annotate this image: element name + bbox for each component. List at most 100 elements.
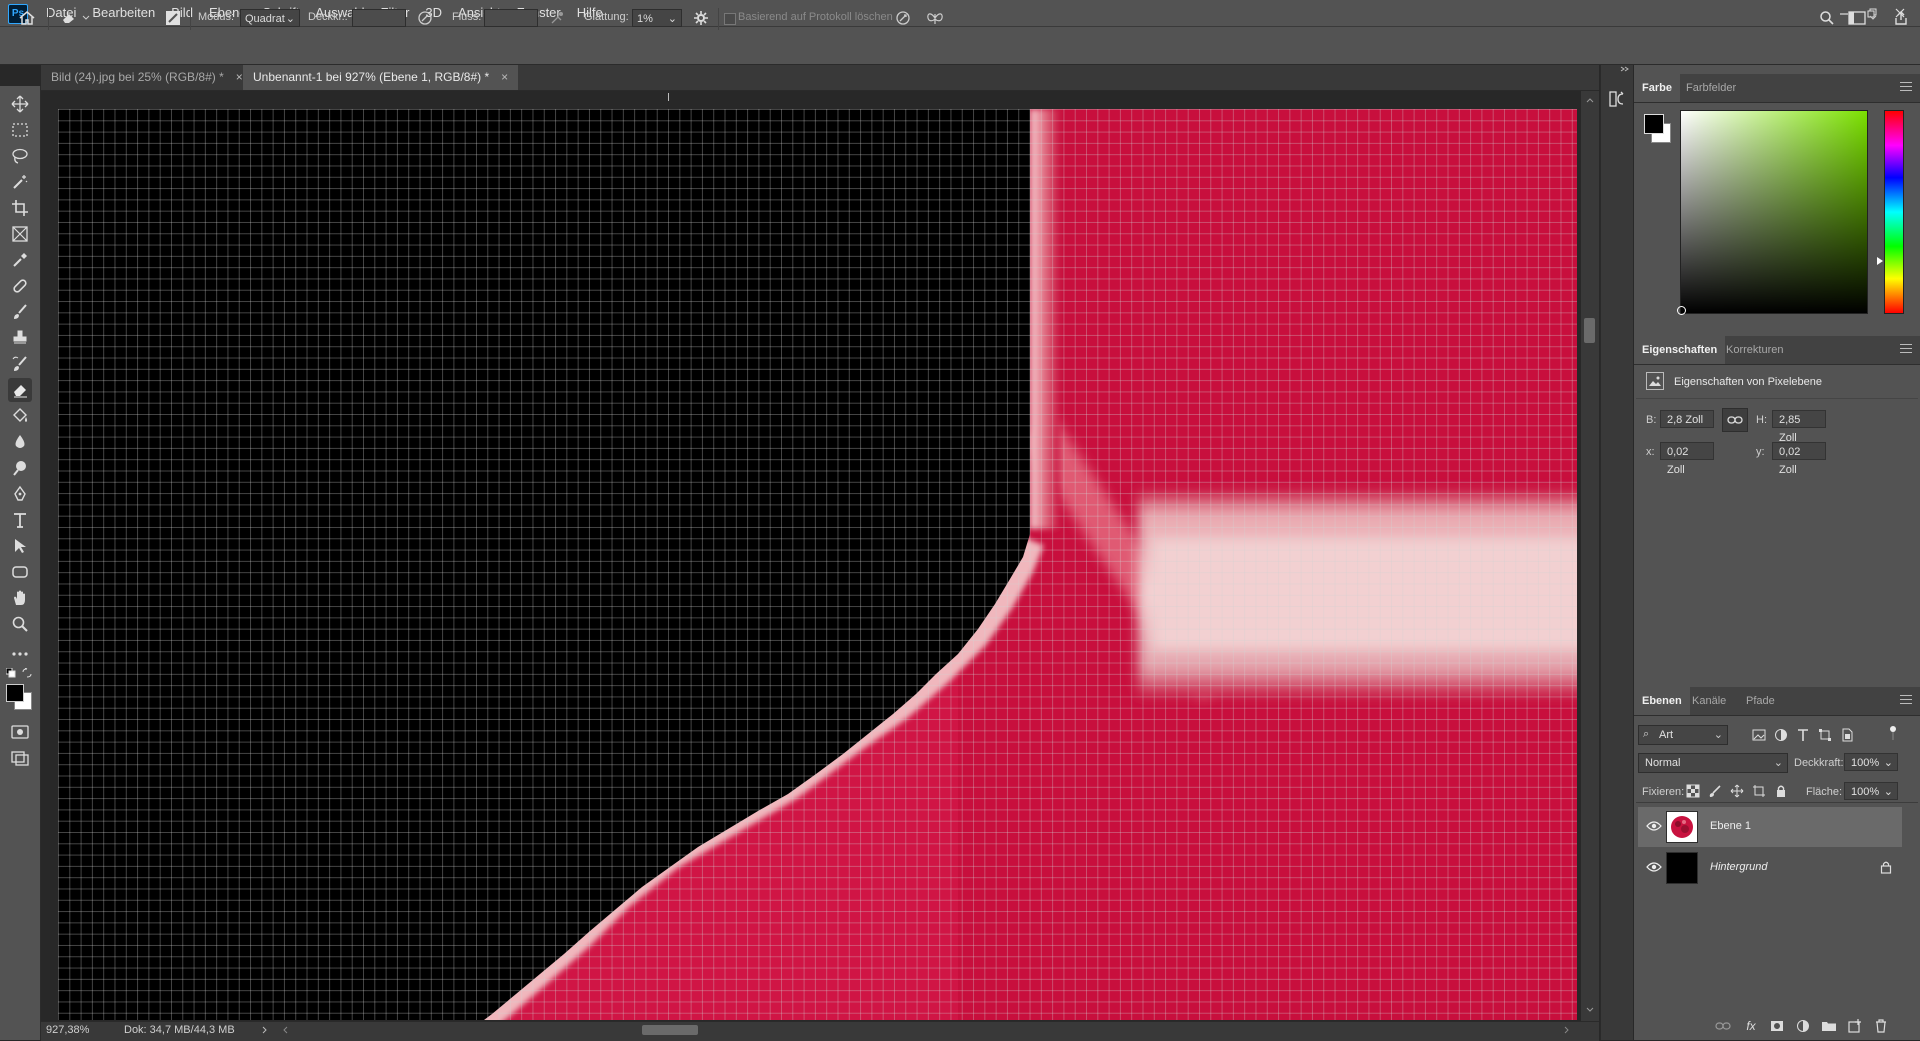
scroll-right-arrow-icon[interactable] (1564, 1026, 1570, 1034)
hue-slider-handle[interactable] (1877, 257, 1883, 265)
new-group-folder-icon[interactable] (1820, 1017, 1838, 1035)
filter-pixel-icon[interactable] (1752, 728, 1766, 742)
zoom-tool-icon[interactable] (8, 612, 32, 636)
collapse-panels-icon[interactable] (1620, 66, 1630, 72)
chevron-down-icon[interactable] (80, 7, 92, 29)
screen-mode-icon[interactable] (8, 746, 32, 770)
lock-all-icon[interactable] (1774, 784, 1788, 798)
erase-to-history-checkbox[interactable] (724, 13, 736, 25)
share-icon[interactable] (1890, 7, 1912, 29)
tab-korrekturen[interactable]: Korrekturen (1718, 336, 1791, 364)
tab-farbfelder[interactable]: Farbfelder (1678, 74, 1744, 102)
marquee-tool-icon[interactable] (8, 118, 32, 142)
y-field[interactable]: 0,02 Zoll (1772, 442, 1826, 476)
adjustment-layer-icon[interactable] (1794, 1017, 1812, 1035)
tab-bild-24[interactable]: Bild (24).jpg bei 25% (RGB/8#) * × (41, 65, 253, 90)
lasso-tool-icon[interactable] (8, 144, 32, 168)
more-tools-icon[interactable] (8, 642, 32, 666)
delete-layer-trash-icon[interactable] (1872, 1017, 1890, 1035)
eye-icon[interactable] (1646, 861, 1662, 873)
pen-tool-icon[interactable] (8, 482, 32, 506)
link-layers-icon[interactable] (1714, 1017, 1732, 1035)
search-icon[interactable] (1816, 7, 1838, 29)
eye-icon[interactable] (1646, 820, 1662, 832)
menu-bearbeiten[interactable]: Bearbeiten (84, 0, 163, 26)
home-icon[interactable] (16, 7, 38, 29)
history-brush-tool-icon[interactable] (8, 352, 32, 376)
color-foreground-swatch[interactable] (1644, 114, 1664, 134)
paint-bucket-tool-icon[interactable] (8, 404, 32, 428)
filter-toggle-icon[interactable] (1890, 726, 1896, 740)
quick-mask-icon[interactable] (8, 720, 32, 744)
close-icon[interactable]: × (236, 70, 243, 84)
panel-menu-icon[interactable] (1900, 82, 1912, 94)
layer-row-hintergrund[interactable]: Hintergrund (1638, 848, 1902, 888)
airbrush-icon[interactable] (546, 7, 568, 29)
hand-tool-icon[interactable] (8, 586, 32, 610)
x-field[interactable]: 0,02 Zoll (1660, 442, 1714, 476)
lock-transparency-icon[interactable] (1686, 784, 1700, 798)
filter-type-icon[interactable] (1796, 728, 1810, 742)
foreground-color-swatch[interactable] (6, 684, 24, 702)
panel-menu-icon[interactable] (1900, 695, 1912, 707)
chevron-down-icon[interactable] (1866, 7, 1880, 29)
scroll-left-arrow-icon[interactable] (282, 1026, 288, 1034)
close-icon[interactable]: × (501, 70, 508, 84)
crop-tool-icon[interactable] (8, 196, 32, 220)
new-layer-icon[interactable] (1846, 1017, 1864, 1035)
vertical-scroll-thumb[interactable] (1584, 318, 1595, 343)
stamp-tool-icon[interactable] (8, 326, 32, 350)
move-tool-icon[interactable] (8, 92, 32, 116)
tab-kanaele[interactable]: Kanäle (1684, 687, 1734, 715)
tab-eigenschaften[interactable]: Eigenschaften (1634, 336, 1726, 364)
filter-adjustment-icon[interactable] (1774, 728, 1788, 742)
eraser-tool-icon[interactable] (8, 378, 32, 402)
scroll-up-arrow-icon[interactable] (1586, 97, 1594, 103)
tab-pfade[interactable]: Pfade (1738, 687, 1783, 715)
blur-tool-icon[interactable] (8, 430, 32, 454)
lock-position-icon[interactable] (1730, 784, 1744, 798)
layer-style-fx-icon[interactable]: fx (1742, 1017, 1760, 1035)
width-field[interactable]: 2,8 Zoll (1660, 410, 1714, 428)
shape-tool-icon[interactable] (8, 560, 32, 584)
tab-unbenannt-1[interactable]: Unbenannt-1 bei 927% (Ebene 1, RGB/8#) *… (243, 65, 519, 90)
mode-select[interactable]: Quadrat ⌄ (240, 9, 300, 27)
layer-row-ebene-1[interactable]: Ebene 1 (1638, 807, 1902, 847)
lock-icon[interactable] (1880, 860, 1892, 874)
path-selection-tool-icon[interactable] (8, 534, 32, 558)
type-tool-icon[interactable] (8, 508, 32, 532)
height-field[interactable]: 2,85 Zoll (1772, 410, 1826, 444)
horizontal-scroll-thumb[interactable] (642, 1025, 698, 1035)
fill-field[interactable]: 100% ⌄ (1844, 782, 1898, 800)
history-panel-icon[interactable] (1608, 90, 1626, 108)
tab-farbe[interactable]: Farbe (1634, 74, 1680, 102)
smoothing-field[interactable]: 1% ⌄ (632, 9, 682, 27)
pressure-size-icon[interactable] (892, 7, 914, 29)
scroll-down-arrow-icon[interactable] (1586, 1007, 1594, 1013)
link-icon[interactable] (1722, 408, 1748, 432)
brush-panel-icon[interactable] (162, 7, 184, 29)
filter-smartobject-icon[interactable] (1840, 728, 1854, 742)
dodge-tool-icon[interactable] (8, 456, 32, 480)
frame-tool-icon[interactable] (8, 222, 32, 246)
pressure-opacity-icon[interactable] (414, 7, 436, 29)
zoom-level[interactable]: 927,38% (46, 1024, 89, 1036)
default-colors-icon[interactable] (6, 668, 16, 678)
blend-mode-select[interactable]: Normal ⌄ (1638, 753, 1788, 773)
eraser-preset-icon[interactable] (58, 7, 80, 29)
color-picker-field[interactable] (1680, 110, 1868, 314)
eyedropper-tool-icon[interactable] (8, 248, 32, 272)
layer-filter-select[interactable]: ⌕ Art ⌄ (1638, 725, 1728, 745)
lock-artboard-icon[interactable] (1752, 784, 1766, 798)
filter-shape-icon[interactable] (1818, 728, 1832, 742)
panel-menu-icon[interactable] (1900, 344, 1912, 356)
healing-brush-tool-icon[interactable] (8, 274, 32, 298)
add-mask-icon[interactable] (1768, 1017, 1786, 1035)
layer-opacity-field[interactable]: 100% ⌄ (1844, 753, 1898, 771)
brush-tool-icon[interactable] (8, 300, 32, 324)
hue-slider[interactable] (1884, 110, 1904, 314)
symmetry-butterfly-icon[interactable] (924, 7, 946, 29)
swap-colors-icon[interactable] (22, 668, 32, 678)
lock-pixels-icon[interactable] (1708, 784, 1722, 798)
tab-ebenen[interactable]: Ebenen (1634, 687, 1690, 715)
